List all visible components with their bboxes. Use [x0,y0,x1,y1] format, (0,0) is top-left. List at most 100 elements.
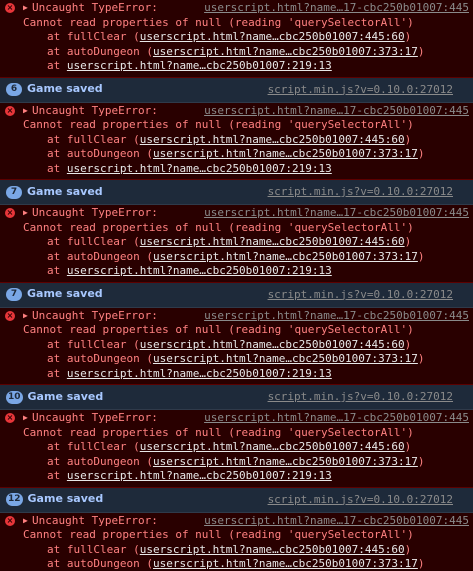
stack-frame: at autoDungeon (userscript.html?name…cbc… [23,147,469,162]
repeat-count-badge: 7 [6,288,22,301]
error-text: Cannot read properties of null (reading … [23,425,414,439]
stack-frame-suffix: ) [417,454,425,468]
error-source-link[interactable]: userscript.html?name…17-cbc250b01007:445 [204,309,469,324]
stack-frame: at userscript.html?name…cbc250b01007:219… [23,264,469,279]
stack-frame-prefix: at [47,264,67,277]
stack-frame-link[interactable]: userscript.html?name…cbc250b01007:373:17 [153,45,418,58]
stack-frame-suffix: ) [404,440,412,453]
stack-frame-link[interactable]: userscript.html?name…cbc250b01007:373:17 [153,557,418,570]
error-circle-icon: × [5,3,15,13]
stack-frame: at userscript.html?name…cbc250b01007:219… [23,59,469,74]
stack-frame-link[interactable]: userscript.html?name…cbc250b01007:445:60 [140,133,405,146]
stack-frame-prefix: at [47,59,67,72]
error-heading: Uncaught TypeError: [32,513,158,527]
stack-frame-prefix: at autoDungeon ( [47,352,153,365]
stack-frame-suffix: ) [404,30,412,43]
log-source-link[interactable]: script.min.js?v=0.10.0:27012 [268,390,453,405]
stack-frame: at autoDungeon (userscript.html?name…cbc… [23,557,469,571]
stack-frame-link[interactable]: userscript.html?name…cbc250b01007:445:60 [140,543,405,556]
stack-frame-prefix: at fullClear ( [47,440,140,453]
stack-frame-link[interactable]: userscript.html?name…cbc250b01007:373:17 [153,250,418,263]
stack-frame: at userscript.html?name…cbc250b01007:219… [23,469,469,484]
log-message[interactable]: 10 Game saved script.min.js?v=0.10.0:27012 [0,385,473,410]
stack-frame-link[interactable]: userscript.html?name…cbc250b01007:219:13 [67,59,332,72]
stack-frame-prefix: at autoDungeon ( [47,44,153,58]
stack-frame-suffix: ) [404,132,412,146]
error-circle-icon: × [5,105,15,116]
stack-frame-suffix: ) [417,352,425,365]
error-heading: Uncaught TypeError: [32,308,158,322]
error-heading-row: ▶ Uncaught TypeError: userscript.html?name… [23,514,469,529]
log-message[interactable]: 12 Game saved script.min.js?v=0.10.0:27012 [0,487,473,513]
stack-frame: at autoDungeon (userscript.html?name…cbc… [23,45,469,60]
stack-frame-suffix: ) [404,337,412,351]
stack-frame: at userscript.html?name…cbc250b01007:219… [23,367,469,382]
stack-frame: at userscript.html?name…cbc250b01007:219… [23,162,469,177]
stack-frame: at fullClear (userscript.html?name…cbc25… [23,440,469,455]
error-heading: Uncaught TypeError: [32,103,158,117]
log-source-link[interactable]: script.min.js?v=0.10.0:27012 [268,288,453,303]
expand-triangle-icon[interactable]: ▶ [23,206,32,221]
error-message[interactable]: × ▶ Uncaught TypeError: userscript.html?nam… [0,0,473,78]
stack-frame-prefix: at [47,161,67,175]
error-heading-row: ▶ Uncaught TypeError: userscript.html?name… [23,206,469,221]
stack-frame-prefix: at fullClear ( [47,337,140,351]
repeat-count-badge: 6 [6,83,22,96]
stack-frame-prefix: at fullClear ( [47,132,140,146]
error-text: Cannot read properties of null (reading … [23,528,414,541]
log-text: Game saved [27,184,103,198]
error-source-link[interactable]: userscript.html?name…17-cbc250b01007:445 [204,206,469,221]
expand-triangle-icon[interactable]: ▶ [23,1,32,16]
stack-frame-prefix: at fullClear ( [47,235,140,248]
stack-frame-prefix: at fullClear ( [47,542,140,556]
stack-frame-link[interactable]: userscript.html?name…cbc250b01007:219:13 [67,469,332,482]
stack-frame-suffix: ) [404,235,412,248]
error-circle-icon: × [5,413,15,423]
error-message[interactable]: × ▶ Uncaught TypeError: userscript.html?nam… [0,102,473,180]
error-text: Cannot read properties of null (reading … [23,220,414,234]
log-text: Game saved [27,389,104,403]
log-text: Game saved [27,492,104,506]
expand-triangle-icon[interactable]: ▶ [23,514,32,529]
expand-triangle-icon[interactable]: ▶ [23,309,32,324]
error-source-link[interactable]: userscript.html?name…17-cbc250b01007:445 [204,514,469,529]
stack-frame-prefix: at autoDungeon ( [47,249,153,263]
log-source-link[interactable]: script.min.js?v=0.10.0:27012 [268,493,453,508]
stack-frame-prefix: at autoDungeon ( [47,147,153,160]
expand-triangle-icon[interactable]: ▶ [23,104,32,119]
log-source-link[interactable]: script.min.js?v=0.10.0:27012 [268,185,453,200]
log-message[interactable]: 6 Game saved script.min.js?v=0.10.0:27012 [0,77,473,103]
error-source-link[interactable]: userscript.html?name…17-cbc250b01007:445 [204,411,469,426]
stack-frame-link[interactable]: userscript.html?name…cbc250b01007:373:17 [153,455,418,468]
stack-frame-prefix: at [47,469,67,482]
error-heading-row: ▶ Uncaught TypeError: userscript.html?name… [23,411,469,426]
stack-frame-suffix: ) [404,542,412,556]
stack-frame-link[interactable]: userscript.html?name…cbc250b01007:373:17 [153,147,418,160]
stack-frame-link[interactable]: userscript.html?name…cbc250b01007:445:60 [140,235,405,248]
stack-frame-link[interactable]: userscript.html?name…cbc250b01007:445:60 [140,30,405,43]
error-message[interactable]: × ▶ Uncaught TypeError: userscript.html?nam… [0,410,473,488]
stack-frame: at autoDungeon (userscript.html?name…cbc… [23,352,469,367]
stack-frame: at autoDungeon (userscript.html?name…cbc… [23,455,469,470]
stack-frame-link[interactable]: userscript.html?name…cbc250b01007:445:60 [140,338,405,351]
stack-frame-link[interactable]: userscript.html?name…cbc250b01007:219:13 [67,162,332,175]
error-circle-icon: × [5,515,15,526]
devtools-console: × ▶ Uncaught TypeError: userscript.html?nam… [0,0,473,571]
log-message[interactable]: 7 Game saved script.min.js?v=0.10.0:27012 [0,282,473,308]
repeat-count-badge: 7 [6,185,22,199]
stack-frame-link[interactable]: userscript.html?name…cbc250b01007:373:17 [153,352,418,365]
error-source-link[interactable]: userscript.html?name…17-cbc250b01007:445 [204,104,469,119]
stack-frame-link[interactable]: userscript.html?name…cbc250b01007:219:13 [67,367,332,380]
error-message[interactable]: × ▶ Uncaught TypeError: userscript.html?nam… [0,512,473,571]
stack-frame-prefix: at autoDungeon ( [47,454,153,468]
log-source-link[interactable]: script.min.js?v=0.10.0:27012 [268,83,453,98]
stack-frame-link[interactable]: userscript.html?name…cbc250b01007:445:60 [140,440,405,453]
error-message[interactable]: × ▶ Uncaught TypeError: userscript.html?nam… [0,307,473,385]
log-message[interactable]: 7 Game saved script.min.js?v=0.10.0:27012 [0,180,473,205]
expand-triangle-icon[interactable]: ▶ [23,411,32,426]
stack-frame: at fullClear (userscript.html?name…cbc25… [23,543,469,558]
stack-frame-link[interactable]: userscript.html?name…cbc250b01007:219:13 [67,264,332,277]
error-source-link[interactable]: userscript.html?name…17-cbc250b01007:445 [204,1,469,16]
error-heading-row: ▶ Uncaught TypeError: userscript.html?name… [23,309,469,324]
error-message[interactable]: × ▶ Uncaught TypeError: userscript.html?nam… [0,205,473,283]
